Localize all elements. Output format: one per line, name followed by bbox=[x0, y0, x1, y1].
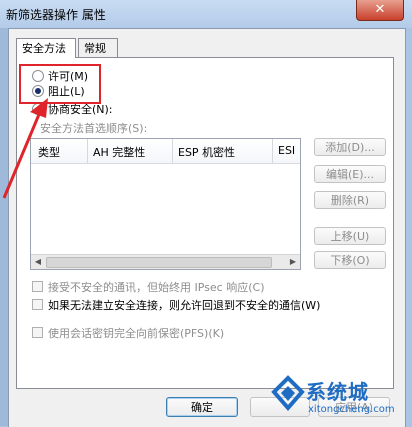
annotation-arrow bbox=[2, 98, 48, 199]
watermark: 系统城 xitongcheng.com bbox=[268, 368, 412, 426]
watermark-url: xitongcheng.com bbox=[308, 404, 395, 415]
tab-label: 安全方法 bbox=[22, 42, 66, 55]
watermark-logo-icon bbox=[271, 375, 305, 412]
tab-security-methods[interactable]: 安全方法 bbox=[16, 38, 76, 58]
watermark-brand: 系统城 bbox=[306, 380, 369, 404]
